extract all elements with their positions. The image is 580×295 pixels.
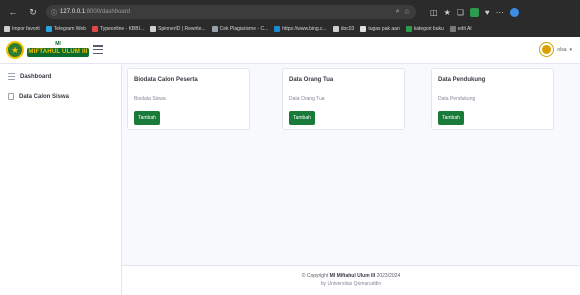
url-path: :8000/dashboard xyxy=(85,9,131,15)
sidebar-item-label: Data Calon Siswa xyxy=(19,93,70,100)
user-menu[interactable]: olsa ▾ xyxy=(539,42,572,57)
copyright-name: MI Miftahul Ulum III xyxy=(329,273,376,279)
card-title: Data Orang Tua xyxy=(289,77,334,83)
tambah-pendukung-button[interactable]: Tambah xyxy=(438,111,464,125)
credit-text: by Universitas Qomaruddin xyxy=(320,281,382,287)
bookmark-icon xyxy=(211,26,218,32)
avatar xyxy=(539,42,555,57)
sidebar: Dashboard Data Calon Siswa xyxy=(0,64,122,295)
bookmark-item[interactable]: tugas pak aan xyxy=(360,26,400,32)
reload-icon[interactable]: ↻ xyxy=(26,5,40,19)
bookmark-item[interactable]: Telegram Web xyxy=(45,26,86,32)
page-icon xyxy=(332,26,339,32)
bookmark-icon xyxy=(360,26,367,32)
star-icon[interactable]: ☆ xyxy=(404,8,410,16)
search-icon[interactable]: ⌕ xyxy=(396,8,400,16)
bing-icon xyxy=(274,26,281,32)
url-host: 127.0.0.1 xyxy=(60,9,86,15)
sidebar-item-data-calon-siswa[interactable]: Data Calon Siswa xyxy=(8,93,69,100)
address-bar[interactable]: ⓘ 127.0.0.1 :8000/dashboard ⌕ ☆ xyxy=(46,5,416,19)
bookmark-icon xyxy=(4,26,10,32)
bookmark-item[interactable]: Impor favorit xyxy=(4,26,40,32)
tambah-orang-tua-button[interactable]: Tambah xyxy=(289,111,315,125)
menu-toggle-icon[interactable] xyxy=(93,45,103,54)
card-pendukung: Data Pendukung Data Pendukung Tambah xyxy=(431,68,554,130)
telegram-icon xyxy=(45,26,52,32)
back-icon[interactable]: ← xyxy=(6,5,20,19)
sidebar-item-dashboard[interactable]: Dashboard xyxy=(8,73,51,80)
document-icon xyxy=(8,93,14,100)
brand-name: MIFTAHUL ULUM III xyxy=(27,48,89,57)
footer: © Copyright MI Miftahul Ulum III 2023/20… xyxy=(122,265,580,295)
split-screen-icon[interactable]: ◫ xyxy=(430,8,438,17)
card-title: Biodata Calon Peserta xyxy=(134,77,198,83)
bookmark-item[interactable]: kategori buku xyxy=(405,26,444,32)
address-row: ← ↻ ⓘ 127.0.0.1 :8000/dashboard ⌕ ☆ ◫ ★ … xyxy=(0,4,580,20)
copilot-icon[interactable] xyxy=(509,7,519,17)
caret-down-icon: ▾ xyxy=(569,46,572,53)
bookmarks-bar: Impor favorit Telegram Web Typeonline - … xyxy=(0,22,580,36)
bookmark-icon xyxy=(449,26,456,32)
bookmark-item[interactable]: https://www.bing.c... xyxy=(274,26,327,32)
bookmark-item[interactable]: SpinnerID | Rewrite... xyxy=(150,26,206,32)
bookmark-icon xyxy=(91,26,98,32)
collections-icon[interactable]: ❏ xyxy=(457,8,464,17)
bookmark-item[interactable]: Cek Plagiarisme - C... xyxy=(211,26,268,32)
browser-chrome: ← ↻ ⓘ 127.0.0.1 :8000/dashboard ⌕ ☆ ◫ ★ … xyxy=(0,0,580,37)
card-title: Data Pendukung xyxy=(438,77,486,83)
card-orang-tua: Data Orang Tua Data Orang Tua Tambah xyxy=(282,68,405,130)
dashboard-icon xyxy=(8,73,15,80)
user-name: olsa xyxy=(557,46,567,53)
brand-top-text: MI xyxy=(55,41,61,47)
bookmark-item[interactable]: doc03 xyxy=(332,26,354,32)
bookmark-item[interactable]: Typeonline - KBBI... xyxy=(91,26,144,32)
page-icon xyxy=(150,26,157,32)
bookmark-icon xyxy=(405,26,412,32)
heart-icon[interactable]: ♥ xyxy=(485,8,490,17)
more-icon[interactable]: ⋯ xyxy=(496,8,504,17)
copyright-text: © Copyright MI Miftahul Ulum III 2023/20… xyxy=(301,273,401,279)
card-biodata: Biodata Calon Peserta Biodata Siswa Tamb… xyxy=(127,68,250,130)
card-text: Data Orang Tua xyxy=(289,96,325,102)
card-text: Data Pendukung xyxy=(438,96,476,102)
app-header: ★ MI MIFTAHUL ULUM III olsa ▾ xyxy=(0,37,580,64)
school-logo-icon: ★ xyxy=(6,41,24,59)
tambah-biodata-button[interactable]: Tambah xyxy=(134,111,160,125)
sidebar-item-label: Dashboard xyxy=(20,73,52,80)
favorites-icon[interactable]: ★ xyxy=(444,8,451,17)
info-icon: ⓘ xyxy=(51,10,58,17)
main-content: Biodata Calon Peserta Biodata Siswa Tamb… xyxy=(122,64,580,295)
card-text: Biodata Siswa xyxy=(134,96,166,102)
bookmark-item[interactable]: edit AI xyxy=(449,26,472,32)
brand-logo[interactable]: MI MIFTAHUL ULUM III xyxy=(27,41,89,59)
extension-icon[interactable] xyxy=(469,7,479,17)
